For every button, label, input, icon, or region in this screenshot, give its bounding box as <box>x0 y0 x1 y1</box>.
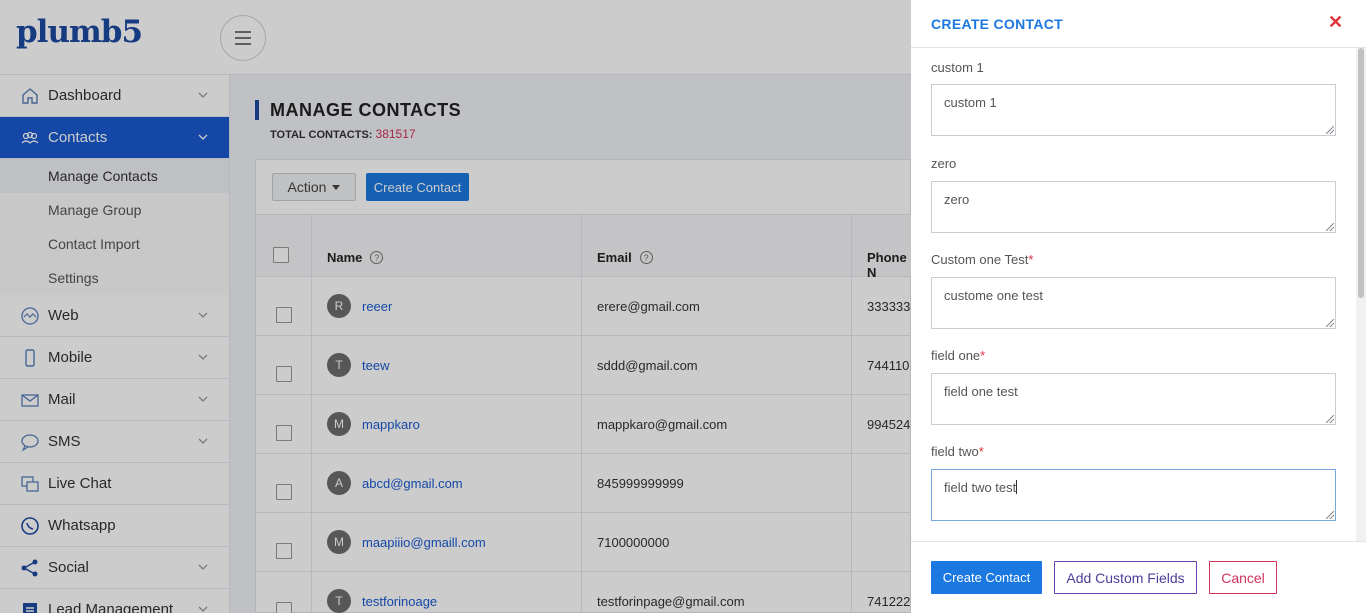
cancel-button[interactable]: Cancel <box>1209 561 1277 594</box>
field-value: custome one test <box>944 288 1043 303</box>
field-label-text: field one <box>931 348 981 363</box>
field-two-textarea[interactable]: field two test <box>931 469 1336 521</box>
custom-one-test-textarea[interactable]: custome one test <box>931 277 1336 329</box>
panel-scrollbar[interactable] <box>1356 48 1366 541</box>
panel-title: CREATE CONTACT <box>931 16 1064 32</box>
field-value: field two test <box>944 480 1017 495</box>
field-label-field-one: field one* <box>931 348 985 363</box>
field-label-text: Custom one Test <box>931 252 1029 267</box>
scrollbar-thumb[interactable] <box>1358 48 1364 298</box>
resize-handle[interactable] <box>1326 126 1334 134</box>
panel-header: CREATE CONTACT ✕ <box>911 0 1366 48</box>
custom-1-textarea[interactable]: custom 1 <box>931 84 1336 136</box>
field-label-text: zero <box>931 156 957 171</box>
field-label-text: custom 1 <box>931 60 984 75</box>
resize-handle[interactable] <box>1326 223 1334 231</box>
field-label-text: field two <box>931 444 979 459</box>
zero-textarea[interactable]: zero <box>931 181 1336 233</box>
required-marker: * <box>1028 252 1034 267</box>
panel-footer: Create Contact Add Custom Fields Cancel <box>911 541 1366 613</box>
required-marker: * <box>980 348 986 363</box>
resize-handle[interactable] <box>1326 511 1334 519</box>
field-value: field one test <box>944 384 1018 399</box>
field-label-custom-one-test: Custom one Test* <box>931 252 1033 267</box>
create-contact-submit-button[interactable]: Create Contact <box>931 561 1042 594</box>
resize-handle[interactable] <box>1326 319 1334 327</box>
panel-form: custom 1 custom 1 zero zero Custom one T… <box>911 48 1366 541</box>
create-contact-panel: CREATE CONTACT ✕ custom 1 custom 1 zero … <box>911 0 1366 613</box>
required-marker: * <box>978 444 984 459</box>
field-label-field-two: field two* <box>931 444 984 459</box>
field-value: custom 1 <box>944 95 997 110</box>
resize-handle[interactable] <box>1326 415 1334 423</box>
field-one-textarea[interactable]: field one test <box>931 373 1336 425</box>
field-label-zero: zero <box>931 156 956 171</box>
field-label-custom-1: custom 1 <box>931 60 984 75</box>
add-custom-fields-button[interactable]: Add Custom Fields <box>1054 561 1197 594</box>
text-cursor <box>1016 480 1018 494</box>
close-icon[interactable]: ✕ <box>1328 13 1343 31</box>
modal-backdrop[interactable] <box>0 0 911 613</box>
field-value: zero <box>944 192 970 207</box>
